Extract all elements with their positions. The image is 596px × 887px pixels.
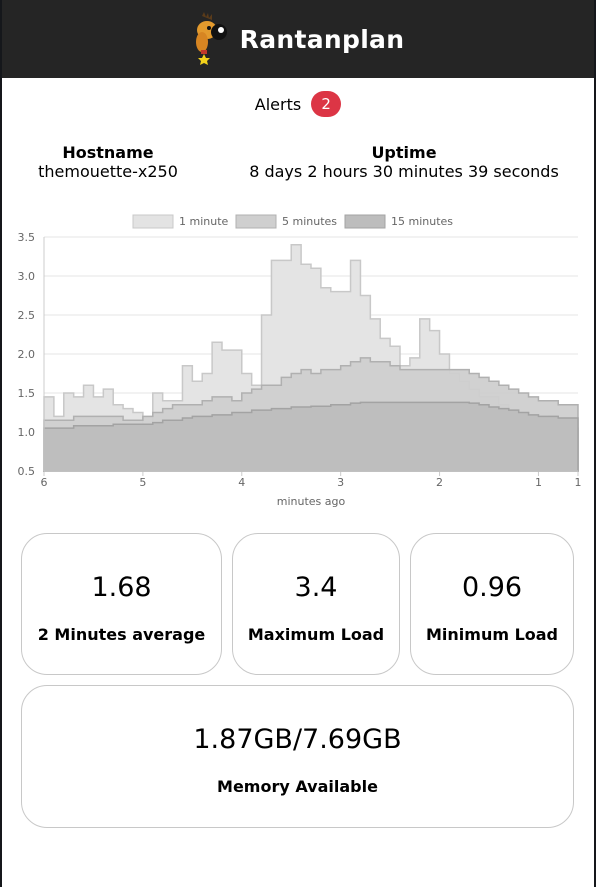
- legend-label-1: 5 minutes: [282, 215, 337, 228]
- x-tick-label: 6: [41, 476, 48, 489]
- stat-card-minimum: 0.96 Minimum Load: [410, 533, 574, 675]
- alerts-indicator[interactable]: Alerts 2: [2, 90, 594, 118]
- alerts-label: Alerts: [254, 94, 302, 114]
- memory-label: Memory Available: [217, 777, 378, 796]
- stat-card-average: 1.68 2 Minutes average: [21, 533, 222, 675]
- y-tick-label: 2.5: [18, 309, 36, 322]
- stat-card-maximum: 3.4 Maximum Load: [232, 533, 400, 675]
- legend-label-0: 1 minute: [179, 215, 229, 228]
- stat-card-memory: 1.87GB/7.69GB Memory Available: [21, 685, 574, 828]
- legend-swatch-1: [235, 214, 277, 229]
- legend-swatch-0: [132, 214, 174, 229]
- average-load-label: 2 Minutes average: [37, 625, 206, 644]
- app-title[interactable]: Rantanplan: [240, 25, 405, 54]
- minimum-load-value: 0.96: [461, 572, 523, 603]
- maximum-load-value: 3.4: [294, 572, 338, 603]
- hostname-value: themouette-x250: [38, 162, 178, 181]
- x-tick-label: 4: [238, 476, 245, 489]
- x-axis-title: minutes ago: [277, 495, 346, 508]
- y-tick-label: 3.0: [18, 270, 36, 283]
- legend-label-2: 15 minutes: [391, 215, 453, 228]
- uptime-label: Uptime: [371, 143, 437, 162]
- chart-legend: 1 minute 5 minutes 15 minutes: [132, 214, 453, 229]
- hostname-label: Hostname: [62, 143, 154, 162]
- minimum-load-label: Minimum Load: [425, 625, 559, 644]
- x-tick-label: 3: [337, 476, 344, 489]
- page: Rantanplan Alerts 2 Hostname themouette-…: [2, 0, 594, 887]
- y-tick-label: 2.0: [18, 348, 36, 361]
- y-tick-label: 1.0: [18, 426, 36, 439]
- hostname-block: Hostname themouette-x250: [38, 143, 178, 181]
- average-load-value: 1.68: [91, 572, 152, 603]
- load-average-chart: 1 minute 5 minutes 15 minutes 0.5 1.0 1.5 2.0…: [18, 214, 582, 508]
- chart-areas: [43, 244, 579, 472]
- x-tick-label: 1: [575, 476, 582, 489]
- y-tick-label: 1.5: [18, 387, 36, 400]
- uptime-block: Uptime 8 days 2 hours 30 minutes 39 seco…: [248, 143, 560, 181]
- legend-swatch-2: [344, 214, 386, 229]
- x-tick-label: 2: [436, 476, 443, 489]
- x-tick-label: 5: [139, 476, 146, 489]
- alerts-count-badge: 2: [311, 91, 342, 117]
- memory-value: 1.87GB/7.69GB: [193, 724, 402, 755]
- x-tick-label: 1: [535, 476, 542, 489]
- top-navbar: Rantanplan: [2, 0, 594, 78]
- y-tick-label: 3.5: [18, 231, 36, 244]
- uptime-value: 8 days 2 hours 30 minutes 39 seconds: [249, 162, 559, 181]
- maximum-load-label: Maximum Load: [247, 625, 385, 644]
- rantanplan-dog-logo[interactable]: [192, 12, 232, 66]
- y-tick-label: 0.5: [18, 465, 36, 478]
